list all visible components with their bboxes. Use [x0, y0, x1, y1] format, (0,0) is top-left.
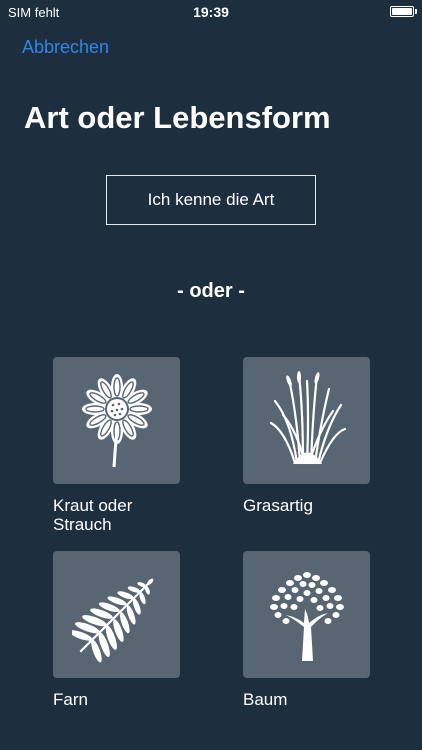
category-label: Kraut oder Strauch	[53, 496, 133, 534]
fern-icon	[71, 578, 153, 662]
or-separator: - oder -	[177, 280, 245, 302]
grass-icon	[269, 370, 346, 464]
tree-icon	[269, 571, 344, 661]
cancel-button[interactable]: Abbrechen	[22, 37, 109, 58]
flower-icon	[81, 373, 152, 467]
status-bar: SIM fehlt 19:39	[0, 0, 422, 24]
battery-cap	[415, 9, 417, 14]
know-species-button[interactable]: Ich kenne die Art	[106, 175, 316, 225]
battery-icon	[390, 6, 414, 17]
category-image	[53, 357, 180, 484]
category-label: Grasartig	[243, 496, 313, 515]
category-image	[243, 551, 370, 678]
category-label: Baum	[243, 690, 288, 709]
category-tree[interactable]: Baum	[243, 551, 370, 709]
page-title: Art oder Lebensform	[24, 100, 331, 135]
category-image	[243, 357, 370, 484]
category-herb-shrub[interactable]: Kraut oder Strauch	[53, 357, 180, 534]
status-time: 19:39	[193, 4, 229, 20]
category-label: Farn	[53, 690, 88, 709]
category-fern[interactable]: Farn	[53, 551, 180, 709]
category-image	[53, 551, 180, 678]
category-grass[interactable]: Grasartig	[243, 357, 370, 515]
